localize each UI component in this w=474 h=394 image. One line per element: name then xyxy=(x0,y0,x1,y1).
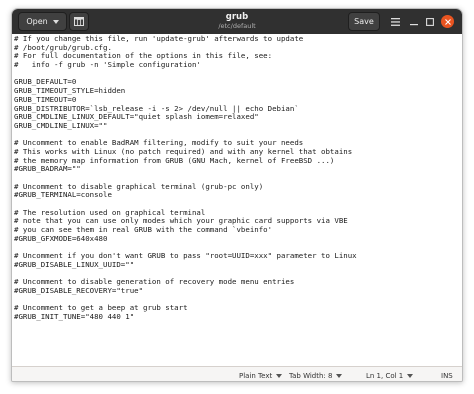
code-line: # the memory map information from GRUB (… xyxy=(14,155,335,165)
language-label: Plain Text xyxy=(239,371,273,380)
code-line: GRUB_TIMEOUT_STYLE=hidden xyxy=(14,86,126,96)
code-line: #GRUB_DISABLE_RECOVERY="true" xyxy=(14,285,144,295)
code-line: #GRUB_TERMINAL=console xyxy=(14,190,112,200)
close-icon xyxy=(444,18,451,25)
header-bar: Open grub /etc/default Save xyxy=(12,9,462,34)
language-selector[interactable]: Plain Text xyxy=(239,371,283,380)
code-line: #GRUB_INIT_TUNE="480 440 1" xyxy=(14,312,135,321)
cursor-position-selector[interactable]: Ln 1, Col 1 xyxy=(366,371,414,380)
code-line: GRUB_CMDLINE_LINUX="" xyxy=(14,120,108,130)
maximize-icon xyxy=(426,18,434,26)
open-button[interactable]: Open xyxy=(18,12,67,31)
tab-width-selector[interactable]: Tab Width: 8 xyxy=(289,371,343,380)
text-editor-area[interactable]: # If you change this file, run 'update-g… xyxy=(12,34,462,366)
code-line: #GRUB_GFXMODE=640x480 xyxy=(14,233,108,243)
maximize-button[interactable] xyxy=(424,16,436,28)
chevron-down-icon xyxy=(407,373,414,378)
cursor-position-label: Ln 1, Col 1 xyxy=(366,371,404,380)
tab-width-label: Tab Width: 8 xyxy=(289,371,333,380)
chevron-down-icon xyxy=(276,373,283,378)
chevron-down-icon xyxy=(52,19,59,24)
hamburger-menu-icon xyxy=(390,17,400,26)
new-tab-button[interactable] xyxy=(69,12,89,31)
main-menu-button[interactable] xyxy=(385,12,405,31)
chevron-down-icon xyxy=(336,373,343,378)
open-button-label: Open xyxy=(26,17,48,26)
status-bar: Plain Text Tab Width: 8 Ln 1, Col 1 INS xyxy=(12,366,462,381)
close-button[interactable] xyxy=(441,15,454,28)
code-line: #GRUB_BADRAM="" xyxy=(14,164,81,174)
save-button[interactable]: Save xyxy=(348,12,380,31)
code-line: # info -f grub -n 'Simple configuration' xyxy=(14,60,201,70)
gedit-window: Open grub /etc/default Save # If you cha… xyxy=(11,8,463,382)
code-line: #GRUB_DISABLE_LINUX_UUID="" xyxy=(14,259,135,269)
insert-mode-label: INS xyxy=(441,371,453,380)
minimize-icon xyxy=(410,24,418,26)
insert-mode-indicator: INS xyxy=(441,371,453,380)
new-tab-icon xyxy=(74,17,84,26)
minimize-button[interactable] xyxy=(408,16,420,28)
